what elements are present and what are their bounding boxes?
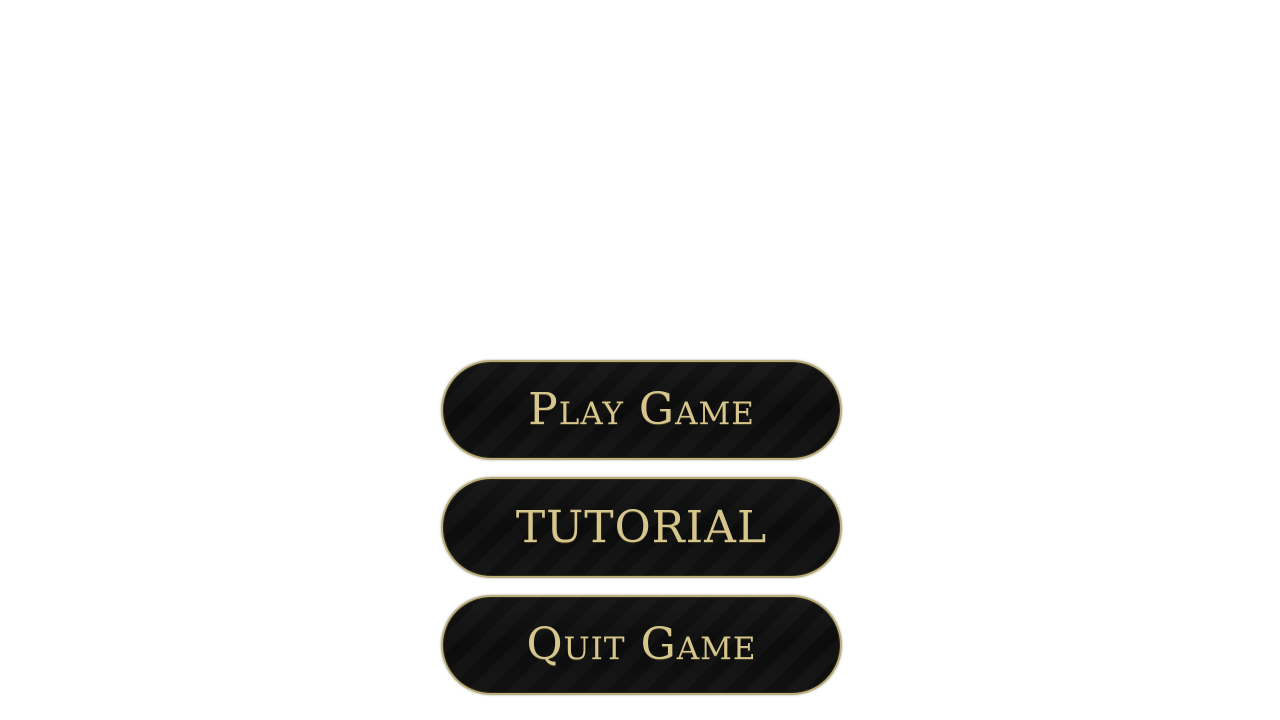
tutorial-label: TUTORIAL [515,501,768,553]
quit-game-button[interactable]: Quit Game [441,595,842,695]
tutorial-button[interactable]: TUTORIAL [441,477,842,578]
game-screen: Play Game TUTORIAL Quit Game [0,0,1280,720]
quit-game-label: Quit Game [526,619,757,670]
play-game-label: Play Game [528,384,755,435]
play-game-button[interactable]: Play Game [441,360,842,460]
